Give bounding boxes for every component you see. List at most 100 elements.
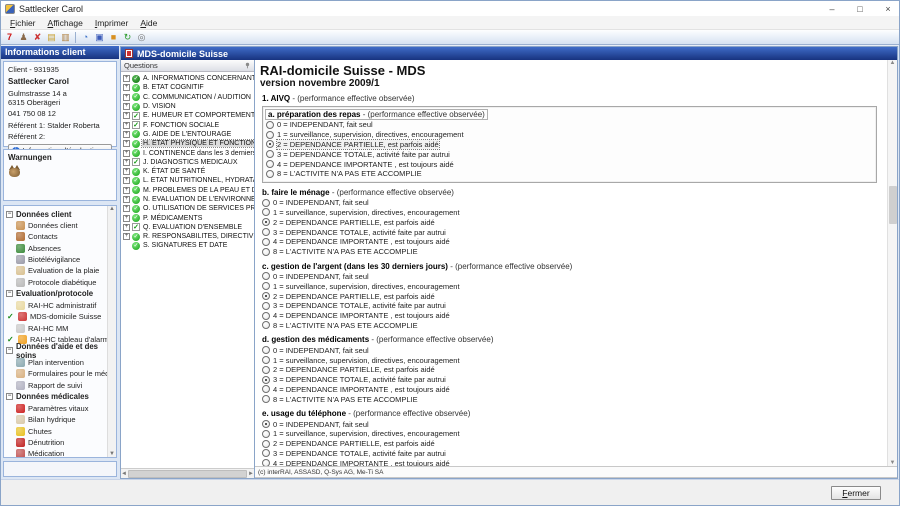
nav-item-contacts[interactable]: Contacts [6, 231, 116, 242]
radio-button[interactable] [262, 228, 270, 237]
radio-button[interactable] [262, 356, 270, 365]
tree-item[interactable]: + ✓ E. HUMEUR ET COMPORTEMENT [123, 111, 254, 120]
tree-item[interactable]: +✓A. INFORMATIONS CONCERNANT L'EVALUA [123, 74, 254, 83]
collapse-icon[interactable]: − [6, 210, 13, 218]
tree-item[interactable]: + ✓ F. FONCTION SOCIALE [123, 120, 254, 130]
radio-button[interactable] [262, 292, 270, 301]
radio-button[interactable] [266, 169, 274, 178]
scroll-thumb[interactable] [888, 186, 897, 224]
expand-icon[interactable]: + [123, 205, 130, 213]
tree-item[interactable]: + ✓ Q. EVALUATION D'ENSEMBLE [123, 223, 254, 232]
nav-item-biot-l-vigilance[interactable]: Biotélévigilance [6, 254, 116, 265]
tree-item[interactable]: + ✓ B. ETAT COGNITIF [123, 83, 254, 92]
tree-item[interactable]: +✓N. EVALUATION DE L'ENVIRONNEMENT [123, 195, 254, 204]
expand-icon[interactable]: + [123, 140, 130, 148]
radio-button[interactable] [262, 385, 270, 394]
menu-item-affichage[interactable]: Affichage [42, 17, 89, 29]
radio-button[interactable] [266, 140, 274, 149]
nav-item-param-tres-vitaux[interactable]: Paramètres vitaux [6, 403, 116, 414]
lock-icon[interactable]: ■ [107, 31, 120, 44]
radio-button[interactable] [266, 120, 274, 129]
seven-logo-icon[interactable]: 7 [3, 31, 16, 44]
expand-icon[interactable]: + [123, 93, 130, 101]
nav-item-mds-domicile-suisse[interactable]: ✓ MDS-domicile Suisse [6, 311, 116, 322]
radio-button[interactable] [262, 218, 270, 227]
tree-item[interactable]: +✓M. PROBLEMES DE LA PEAU ET DES PIEDS [123, 186, 254, 195]
radio-button[interactable] [262, 198, 270, 207]
pin-icon[interactable] [244, 62, 251, 69]
nav-item-chutes[interactable]: Chutes [6, 425, 116, 436]
radio-button[interactable] [262, 439, 270, 448]
nav-section-header[interactable]: − Evaluation/protocole [6, 288, 116, 300]
radio-button[interactable] [262, 272, 270, 281]
radio-button[interactable] [262, 449, 270, 458]
contacts-icon[interactable]: ▥ [59, 31, 72, 44]
nav-section-header[interactable]: − Données médicales [6, 391, 116, 403]
expand-icon[interactable]: + [123, 196, 130, 203]
radio-button[interactable] [262, 282, 270, 291]
expand-icon[interactable]: + [123, 214, 130, 222]
expand-icon[interactable]: + [123, 121, 130, 129]
tree-item[interactable]: + ✓ P. MÉDICAMENTS [123, 213, 254, 223]
refresh-icon[interactable]: ↻ [121, 31, 134, 44]
expand-icon[interactable]: + [123, 233, 130, 241]
radio-button[interactable] [262, 208, 270, 217]
radio-button[interactable] [262, 420, 270, 429]
radio-button[interactable] [266, 160, 274, 169]
expand-icon[interactable]: + [123, 84, 130, 92]
nav-item-m-dication[interactable]: Médication [6, 448, 116, 457]
maximize-button[interactable]: □ [853, 4, 867, 14]
save-icon[interactable]: ▣ [93, 31, 106, 44]
client-icon[interactable]: ♟ [17, 31, 30, 44]
print-preview-icon[interactable]: ◎ [135, 31, 148, 44]
nav-item-rai-hc-administratif[interactable]: RAI-HC administratif [6, 300, 116, 311]
radio-button[interactable] [262, 311, 270, 320]
collapse-icon[interactable]: − [6, 290, 13, 298]
menu-item-fichier[interactable]: Fichier [4, 17, 42, 29]
radio-button[interactable] [262, 375, 270, 384]
scroll-thumb[interactable] [127, 469, 248, 478]
radio-button[interactable] [262, 346, 270, 355]
tree-item[interactable]: +✓L. ETAT NUTRITIONNEL, HYDRATATION [123, 176, 254, 185]
expand-icon[interactable]: + [123, 149, 130, 157]
nav-item-bilan-hydrique[interactable]: Bilan hydrique [6, 414, 116, 425]
scroll-right-arrow[interactable]: ► [248, 471, 254, 477]
clock-icon[interactable]: ◔ [79, 31, 92, 44]
tree-item[interactable]: + ✓ R. RESPONSABILITES, DIRECTIVES [123, 232, 254, 241]
tree-item[interactable]: + ✓ G. AIDE DE L'ENTOURAGE [123, 130, 254, 139]
close-button[interactable]: × [881, 4, 895, 14]
expand-icon[interactable]: + [123, 177, 130, 185]
tree-horizontal-scrollbar[interactable]: ◄ ► [121, 468, 254, 478]
nav-section-header[interactable]: − Données d'aide et des soins [6, 342, 116, 360]
collapse-icon[interactable]: − [6, 393, 13, 401]
radio-button[interactable] [262, 459, 270, 466]
nav-scrollbar[interactable]: ▲ ▼ [107, 206, 116, 457]
tree-item[interactable]: ✓ S. SIGNATURES ET DATE [123, 241, 254, 250]
expand-icon[interactable]: + [123, 223, 130, 231]
radio-button[interactable] [262, 237, 270, 246]
tree-item[interactable]: + ✓ D. VISION [123, 102, 254, 111]
radio-button[interactable] [262, 429, 270, 438]
tree-item[interactable]: +✓I. CONTINENCE dans les 3 derniers jour… [123, 148, 254, 158]
tree-item[interactable]: + ✓ J. DIAGNOSTICS MEDICAUX [123, 158, 254, 167]
minimize-button[interactable]: – [825, 4, 839, 14]
nav-item-donn-es-client[interactable]: Données client [6, 220, 116, 231]
expand-icon[interactable]: + [123, 158, 130, 166]
expand-icon[interactable]: + [123, 168, 130, 176]
radio-button[interactable] [266, 150, 274, 159]
nav-item-rapport-de-suivi[interactable]: Rapport de suivi [6, 380, 116, 391]
nav-item-rai-hc-mm[interactable]: RAI-HC MM [6, 322, 116, 333]
expand-icon[interactable]: + [123, 103, 130, 111]
expand-icon[interactable]: + [123, 130, 130, 138]
nav-item-protocole-diab-tique[interactable]: Protocole diabétique [6, 276, 116, 287]
expand-icon[interactable]: + [123, 112, 130, 120]
radio-button[interactable] [262, 395, 270, 404]
radio-button[interactable] [262, 365, 270, 374]
radio-button[interactable] [262, 321, 270, 330]
nav-item-absences[interactable]: Absences [6, 243, 116, 254]
collapse-icon[interactable]: − [6, 347, 13, 355]
tree-item[interactable]: +✓H. ETAT PHYSIQUE ET FONCTIONNEL [123, 139, 254, 149]
menu-item-imprimer[interactable]: Imprimer [89, 17, 135, 29]
expand-icon[interactable]: + [123, 75, 130, 83]
menu-item-aide[interactable]: Aide [134, 17, 163, 29]
